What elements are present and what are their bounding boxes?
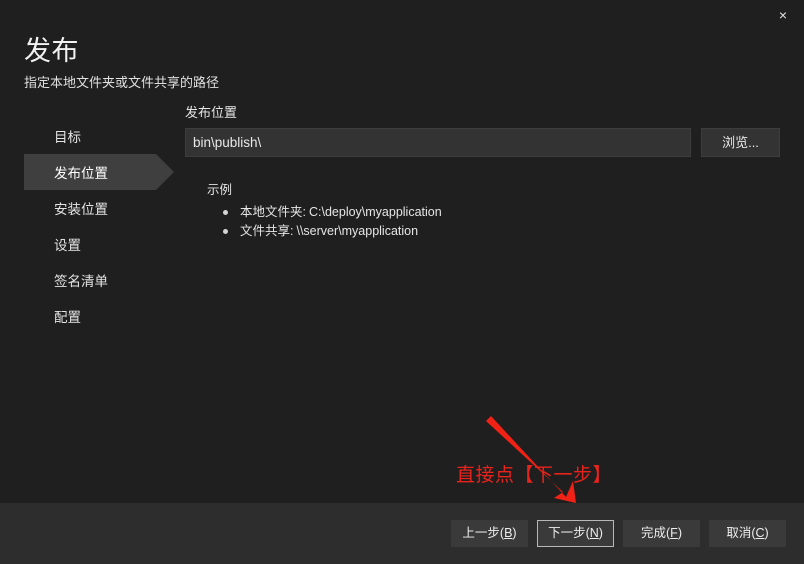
page-subtitle: 指定本地文件夹或文件共享的路径 <box>24 75 220 90</box>
sidebar-item-label: 签名清单 <box>54 274 108 289</box>
publish-dialog: × 发布 指定本地文件夹或文件共享的路径 目标 发布位置 安装位置 设置 签名清单 配置 … <box>0 0 804 564</box>
sidebar-item-label: 目标 <box>54 130 81 145</box>
sidebar-item-5[interactable]: 配置 <box>24 298 156 334</box>
button-accelerator: F <box>670 526 678 540</box>
page-title: 发布 <box>24 36 79 66</box>
main-content: 发布位置 浏览... 示例 本地文件夹:C:\deploy\myapplicat… <box>185 92 804 503</box>
example-value: C:\deploy\myapplication <box>308 205 442 219</box>
list-item: 文件共享: \\server\myapplication <box>223 222 780 241</box>
title-bar: × <box>0 0 804 30</box>
sidebar-item-2[interactable]: 安装位置 <box>24 190 156 226</box>
sidebar-item-label: 设置 <box>54 238 81 253</box>
dialog-footer: 上一步(B) 下一步(N) 完成(F) 取消(C) <box>0 503 804 564</box>
sidebar-item-label: 配置 <box>54 310 81 325</box>
button-text-after: ) <box>598 526 603 540</box>
button-text-before: 完成( <box>641 526 671 540</box>
footer-button-2[interactable]: 完成(F) <box>623 520 700 547</box>
example-label: 文件共享: <box>240 224 294 238</box>
list-item: 本地文件夹: C:\deploy\myapplication <box>223 203 780 222</box>
sidebar-item-3[interactable]: 设置 <box>24 226 156 262</box>
publish-path-input[interactable] <box>185 128 691 157</box>
button-text-before: 取消( <box>726 526 756 540</box>
footer-button-0[interactable]: 上一步(B) <box>451 520 528 547</box>
footer-button-1[interactable]: 下一步(N) <box>537 520 614 547</box>
publish-location-label: 发布位置 <box>185 105 238 120</box>
button-accelerator: C <box>755 526 765 540</box>
sidebar-item-4[interactable]: 签名清单 <box>24 262 156 298</box>
examples-section: 示例 本地文件夹: C:\deploy\myapplication 文件共享: \\s… <box>185 182 780 241</box>
dialog-body: 目标发布位置安装位置设置签名清单配置 发布位置 浏览... 示例 本地文件夹:C… <box>0 92 804 503</box>
button-text-after: ) <box>677 526 682 540</box>
example-value: \\server\myapplication <box>296 224 419 238</box>
sidebar-item-0[interactable]: 目标 <box>24 118 156 154</box>
button-text-before: 下一步( <box>548 526 590 540</box>
annotation-label: 直接点【下一步】 <box>456 465 613 486</box>
button-accelerator: N <box>589 526 599 540</box>
example-label: 本地文件夹: <box>240 205 306 219</box>
examples-list: 本地文件夹: C:\deploy\myapplication 文件共享: \\serv… <box>207 203 780 241</box>
button-text-before: 上一步( <box>462 526 505 540</box>
examples-title: 示例 <box>207 183 233 197</box>
wizard-sidebar: 目标发布位置安装位置设置签名清单配置 <box>0 92 185 503</box>
browse-button[interactable]: 浏览... <box>701 128 780 157</box>
sidebar-item-label: 发布位置 <box>54 166 108 181</box>
sidebar-item-1[interactable]: 发布位置 <box>24 154 174 190</box>
sidebar-item-label: 安装位置 <box>54 202 108 217</box>
button-text-after: ) <box>512 526 517 540</box>
close-icon[interactable]: × <box>762 0 804 30</box>
dialog-header: 发布 指定本地文件夹或文件共享的路径 <box>0 30 804 92</box>
publish-location-row: 浏览... <box>185 128 780 157</box>
footer-button-3[interactable]: 取消(C) <box>709 520 786 547</box>
button-text-after: ) <box>764 526 769 540</box>
